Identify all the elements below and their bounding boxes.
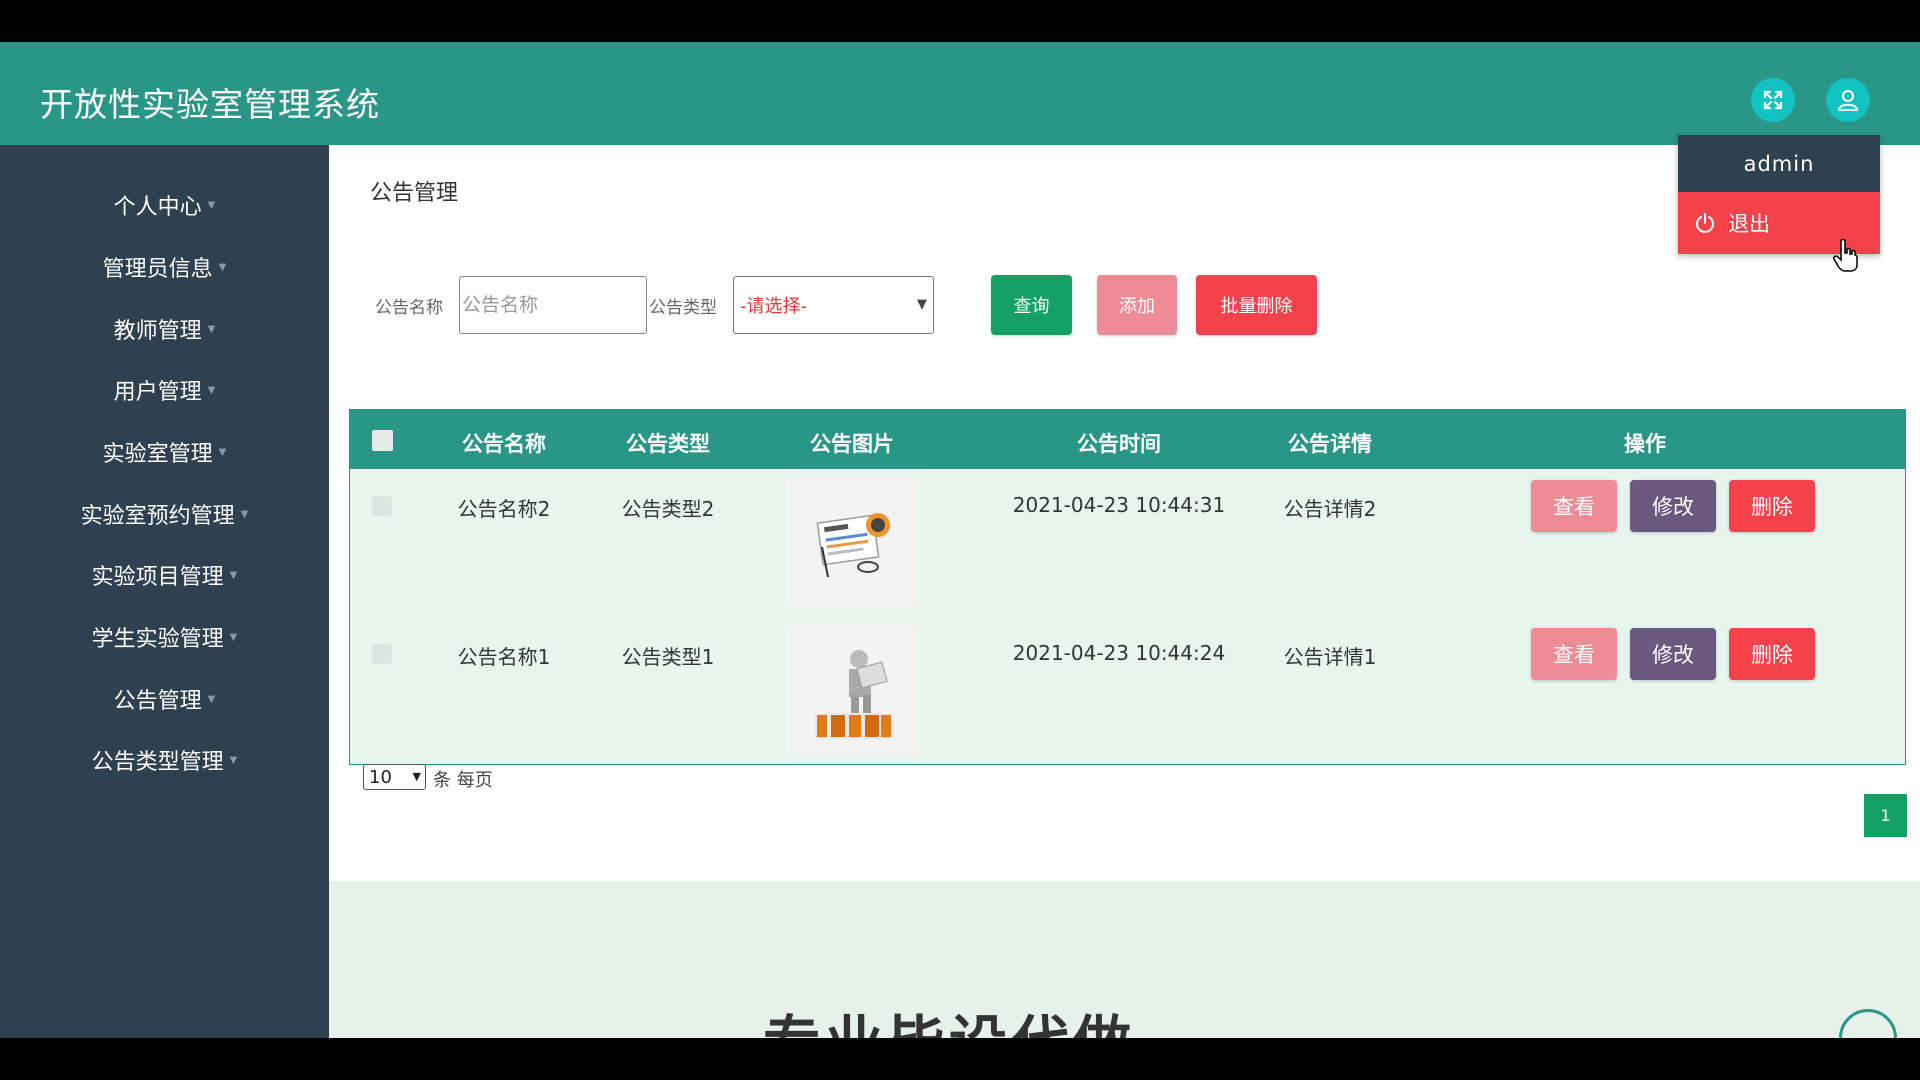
sidebar: 个人中心 ▼ 管理员信息 ▼ 教师管理 ▼ 用户管理 ▼ 实验室管理 ▼ 实验室预约管理 ▼… (0, 145, 329, 1038)
sidebar-item-user-management[interactable]: 用户管理 ▼ (0, 365, 329, 415)
sidebar-item-announcement[interactable]: 公告管理 ▼ (0, 674, 329, 724)
cell-type: 公告类型2 (621, 497, 715, 521)
user-button[interactable] (1826, 78, 1870, 122)
sidebar-item-student-experiment[interactable]: 学生实验管理 ▼ (0, 612, 329, 662)
select-all-checkbox[interactable] (372, 430, 393, 451)
watermark-text: 专业毕设代做 (763, 996, 1135, 1038)
sidebar-item-label: 公告类型管理 (91, 750, 224, 775)
caret-down-icon: ▼ (207, 199, 216, 211)
announcement-table: 公告名称 公告类型 公告图片 公告时间 公告详情 操作 公告名称2 公告类型2 (349, 409, 1906, 765)
row-checkbox[interactable] (372, 644, 392, 664)
batch-delete-button[interactable]: 批量删除 (1196, 275, 1317, 335)
caret-down-icon: ▼ (240, 508, 249, 520)
sidebar-item-personal-center[interactable]: 个人中心 ▼ (0, 180, 329, 230)
view-button[interactable]: 查看 (1531, 628, 1617, 680)
cell-time: 2021-04-23 10:44:24 (1012, 641, 1226, 665)
page-number-button[interactable]: 1 (1864, 794, 1907, 837)
sidebar-item-label: 学生实验管理 (91, 627, 224, 652)
cell-time: 2021-04-23 10:44:31 (1012, 493, 1226, 517)
sidebar-item-admin-info[interactable]: 管理员信息 ▼ (0, 242, 329, 292)
app-title: 开放性实验室管理系统 (40, 85, 380, 124)
edit-button[interactable]: 修改 (1630, 480, 1716, 532)
caret-down-icon: ▼ (207, 323, 216, 335)
sidebar-item-lab-project[interactable]: 实验项目管理 ▼ (0, 550, 329, 600)
app-window: 开放性实验室管理系统 个人中心 ▼ 管理员信息 ▼ 教师管理 ▼ 用户管理 ▼ 实验室管… (0, 42, 1920, 1038)
table-row: 公告名称2 公告类型2 2021-04-23 10:44:31 公告详情2 查看… (350, 469, 1905, 617)
sidebar-item-announcement-type[interactable]: 公告类型管理 ▼ (0, 735, 329, 785)
hand-cursor-icon (1833, 239, 1858, 272)
type-label: 公告类型 (649, 298, 717, 318)
delete-button[interactable]: 删除 (1729, 628, 1815, 680)
chevron-down-icon: ▼ (917, 297, 927, 312)
query-button[interactable]: 查询 (991, 275, 1072, 335)
table-row: 公告名称1 公告类型1 2021-04-23 10:44:24 公告详情1 查看… (350, 617, 1905, 765)
caret-down-icon: ▼ (218, 446, 227, 458)
column-header-time: 公告时间 (1077, 432, 1161, 456)
caret-down-icon: ▼ (229, 754, 238, 766)
page-size-value: 10 (369, 766, 392, 788)
user-icon (1837, 90, 1859, 111)
cell-type: 公告类型1 (621, 645, 715, 669)
username-label: admin (1678, 135, 1880, 192)
sidebar-item-label: 实验室管理 (102, 442, 213, 467)
sidebar-item-lab-reservation[interactable]: 实验室预约管理 ▼ (0, 489, 329, 539)
edit-button[interactable]: 修改 (1630, 628, 1716, 680)
sidebar-item-label: 教师管理 (113, 319, 202, 344)
sidebar-item-lab-management[interactable]: 实验室管理 ▼ (0, 427, 329, 477)
news-figure-image (814, 650, 893, 739)
main-content: 公告管理 公告名称 公告类型 -请选择- ▼ 查询 添加 批量删除 公告名称 公… (329, 145, 1920, 1038)
add-button[interactable]: 添加 (1097, 275, 1177, 335)
footer-area: 专业毕设代做 (329, 881, 1920, 1038)
page-size-select[interactable]: 10 ▼ (363, 764, 426, 790)
view-button[interactable]: 查看 (1531, 480, 1617, 532)
delete-button[interactable]: 删除 (1729, 480, 1815, 532)
name-label: 公告名称 (375, 298, 443, 318)
sidebar-item-label: 个人中心 (113, 195, 202, 220)
name-search-input[interactable] (459, 276, 647, 334)
top-header: 开放性实验室管理系统 (0, 42, 1920, 145)
column-header-image: 公告图片 (810, 432, 894, 456)
caret-down-icon: ▼ (218, 261, 227, 273)
per-page-label: 条 每页 (433, 770, 493, 791)
sidebar-item-label: 公告管理 (113, 689, 202, 714)
cell-name: 公告名称2 (457, 497, 551, 521)
cell-name: 公告名称1 (457, 645, 551, 669)
type-select-value: -请选择- (740, 296, 807, 317)
power-icon (1694, 212, 1716, 234)
caret-down-icon: ▼ (229, 631, 238, 643)
cell-detail: 公告详情2 (1283, 497, 1377, 521)
chevron-down-icon: ▼ (412, 770, 421, 783)
row-checkbox[interactable] (372, 496, 392, 516)
logout-label: 退出 (1728, 212, 1770, 236)
type-select[interactable]: -请选择- ▼ (733, 276, 934, 334)
user-dropdown-menu: admin 退出 (1678, 135, 1880, 254)
column-header-name: 公告名称 (462, 432, 546, 456)
sidebar-item-label: 管理员信息 (102, 257, 213, 282)
sidebar-item-label: 实验室预约管理 (80, 504, 235, 529)
expand-icon (1763, 90, 1783, 110)
sidebar-item-label: 实验项目管理 (91, 565, 224, 590)
announcement-thumbnail (787, 477, 916, 607)
column-header-type: 公告类型 (626, 432, 710, 456)
column-header-actions: 操作 (1624, 432, 1666, 456)
caret-down-icon: ▼ (207, 384, 216, 396)
caret-down-icon: ▼ (229, 569, 238, 581)
fullscreen-button[interactable] (1751, 78, 1795, 122)
sidebar-item-teacher-management[interactable]: 教师管理 ▼ (0, 304, 329, 354)
page-title: 公告管理 (370, 181, 459, 206)
table-header: 公告名称 公告类型 公告图片 公告时间 公告详情 操作 (350, 410, 1905, 469)
column-header-detail: 公告详情 (1288, 432, 1372, 456)
announcement-thumbnail (787, 625, 916, 755)
sidebar-item-label: 用户管理 (113, 380, 202, 405)
cell-detail: 公告详情1 (1283, 645, 1377, 669)
news-paper-image (816, 513, 890, 578)
caret-down-icon: ▼ (207, 693, 216, 705)
scroll-top-button[interactable] (1839, 1009, 1897, 1038)
